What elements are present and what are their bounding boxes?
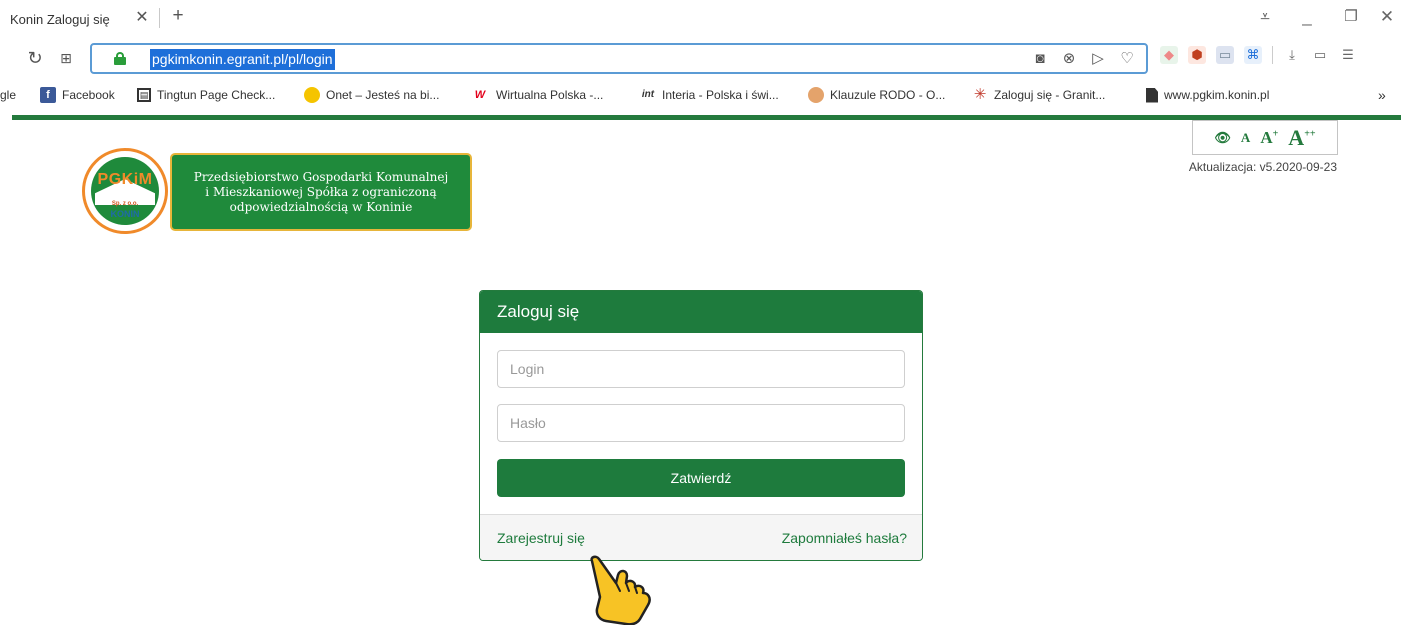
font-size-large-button[interactable]: A+ [1260, 128, 1278, 148]
company-name-line: Przedsiębiorstwo Gospodarki Komunalnej [193, 169, 449, 184]
facebook-icon: f [40, 87, 56, 103]
company-name-line: odpowiedzialnością w Koninie [229, 199, 413, 214]
tab-close-icon[interactable]: ✕ [133, 9, 151, 27]
new-tab-icon[interactable]: + [168, 6, 188, 26]
rodo-icon [808, 87, 824, 103]
reload-icon[interactable]: ↻ [24, 47, 46, 69]
command-extension-icon[interactable]: ⌘ [1244, 46, 1262, 64]
tab-title: Konin Zaloguj się [10, 11, 110, 27]
logo-subtext: Sp. z o.o. [111, 201, 139, 207]
camera-icon[interactable]: ◙ [1029, 48, 1051, 70]
bookmark-rodo[interactable]: Klauzule RODO - O... [808, 85, 945, 105]
address-bar-row: ↻ ⊞ pgkimkonin.egranit.pl/pl/login ◙ ⊗ ▷… [0, 38, 1401, 80]
submit-button[interactable]: Zatwierdź [497, 459, 905, 497]
onet-icon [304, 87, 320, 103]
extensions-divider [1272, 46, 1273, 64]
document-icon [1146, 87, 1158, 103]
bookmark-truncated[interactable]: gle [0, 85, 16, 105]
extensions-bar: ◆ ⬢ ▭ ⌘ ⤓ ▭ ☰ [1160, 46, 1357, 64]
company-name-line: i Mieszkaniowej Spółka z ograniczoną [205, 184, 437, 199]
lock-icon [114, 52, 126, 65]
logo-city: KONIN [110, 209, 140, 219]
login-panel-title: Zaloguj się [480, 291, 922, 333]
logo-text: PGKiM [97, 171, 153, 188]
url-actions: ◙ ⊗ ▷ ♡ [1029, 48, 1138, 70]
shield-extension-icon[interactable]: ⬢ [1188, 46, 1206, 64]
block-icon[interactable]: ⊗ [1058, 48, 1080, 70]
bookmark-granit[interactable]: ✳ Zaloguj się - Granit... [972, 85, 1106, 105]
tab-divider [159, 8, 160, 28]
download-icon[interactable]: ⤓ [1283, 46, 1301, 64]
login-panel-footer: Zarejestruj się Zapomniałeś hasła? [480, 514, 922, 560]
pointing-hand-icon [590, 555, 651, 625]
bookmark-wp[interactable]: W Wirtualna Polska -... [470, 85, 604, 105]
bookmark-interia[interactable]: int Interia - Polska i świ... [640, 85, 779, 105]
bookmark-pgkim[interactable]: www.pgkim.konin.pl [1146, 85, 1269, 105]
login-input[interactable] [497, 350, 905, 388]
close-window-icon[interactable]: ✕ [1376, 6, 1398, 28]
apps-grid-icon[interactable]: ⊞ [55, 47, 77, 69]
accessibility-toolbar: 👁 A A+ A++ [1192, 120, 1338, 155]
restore-icon[interactable]: ❐ [1340, 6, 1362, 28]
forgot-password-link[interactable]: Zapomniałeś hasła? [782, 530, 907, 546]
card-extension-icon[interactable]: ▭ [1216, 46, 1234, 64]
bookmarks-more-icon[interactable]: » [1378, 85, 1386, 105]
tab-bar: Konin Zaloguj się ✕ + ⩡ _ ❐ ✕ [0, 0, 1401, 38]
login-panel: Zaloguj się Zatwierdź Zarejestruj się Za… [479, 290, 923, 561]
bookmark-facebook[interactable]: f Facebook [40, 85, 115, 105]
url-text[interactable]: pgkimkonin.egranit.pl/pl/login [150, 49, 335, 70]
menu-icon[interactable]: ☰ [1339, 46, 1357, 64]
interia-icon: int [641, 89, 655, 100]
register-link[interactable]: Zarejestruj się [497, 530, 585, 546]
cube-extension-icon[interactable]: ◆ [1160, 46, 1178, 64]
minimize-icon[interactable]: _ [1296, 6, 1318, 28]
heart-icon[interactable]: ♡ [1116, 48, 1138, 70]
password-input[interactable] [497, 404, 905, 442]
company-name-banner[interactable]: Przedsiębiorstwo Gospodarki Komunalnej i… [170, 153, 472, 231]
font-size-normal-button[interactable]: A [1241, 130, 1250, 146]
url-bar[interactable]: pgkimkonin.egranit.pl/pl/login ◙ ⊗ ▷ ♡ [90, 43, 1148, 74]
battery-icon[interactable]: ▭ [1311, 46, 1329, 64]
bookmark-onet[interactable]: Onet – Jesteś na bi... [304, 85, 439, 105]
tab-list-icon[interactable]: ⩡ [1254, 6, 1276, 28]
granit-icon: ✳ [973, 86, 987, 103]
contrast-eye-icon[interactable]: 👁 [1214, 130, 1231, 146]
pgkim-logo[interactable]: PGKiM Sp. z o.o. KONIN [82, 148, 168, 234]
tingtun-icon: ▤ [137, 88, 151, 102]
wp-icon: W [474, 89, 486, 101]
version-info: Aktualizacja: v5.2020-09-23 [1188, 160, 1337, 174]
font-size-xlarge-button[interactable]: A++ [1288, 125, 1315, 151]
bookmarks-bar: gle f Facebook ▤ Tingtun Page Check... O… [0, 80, 1401, 110]
send-icon[interactable]: ▷ [1087, 48, 1109, 70]
bookmark-tingtun[interactable]: ▤ Tingtun Page Check... [137, 85, 275, 105]
